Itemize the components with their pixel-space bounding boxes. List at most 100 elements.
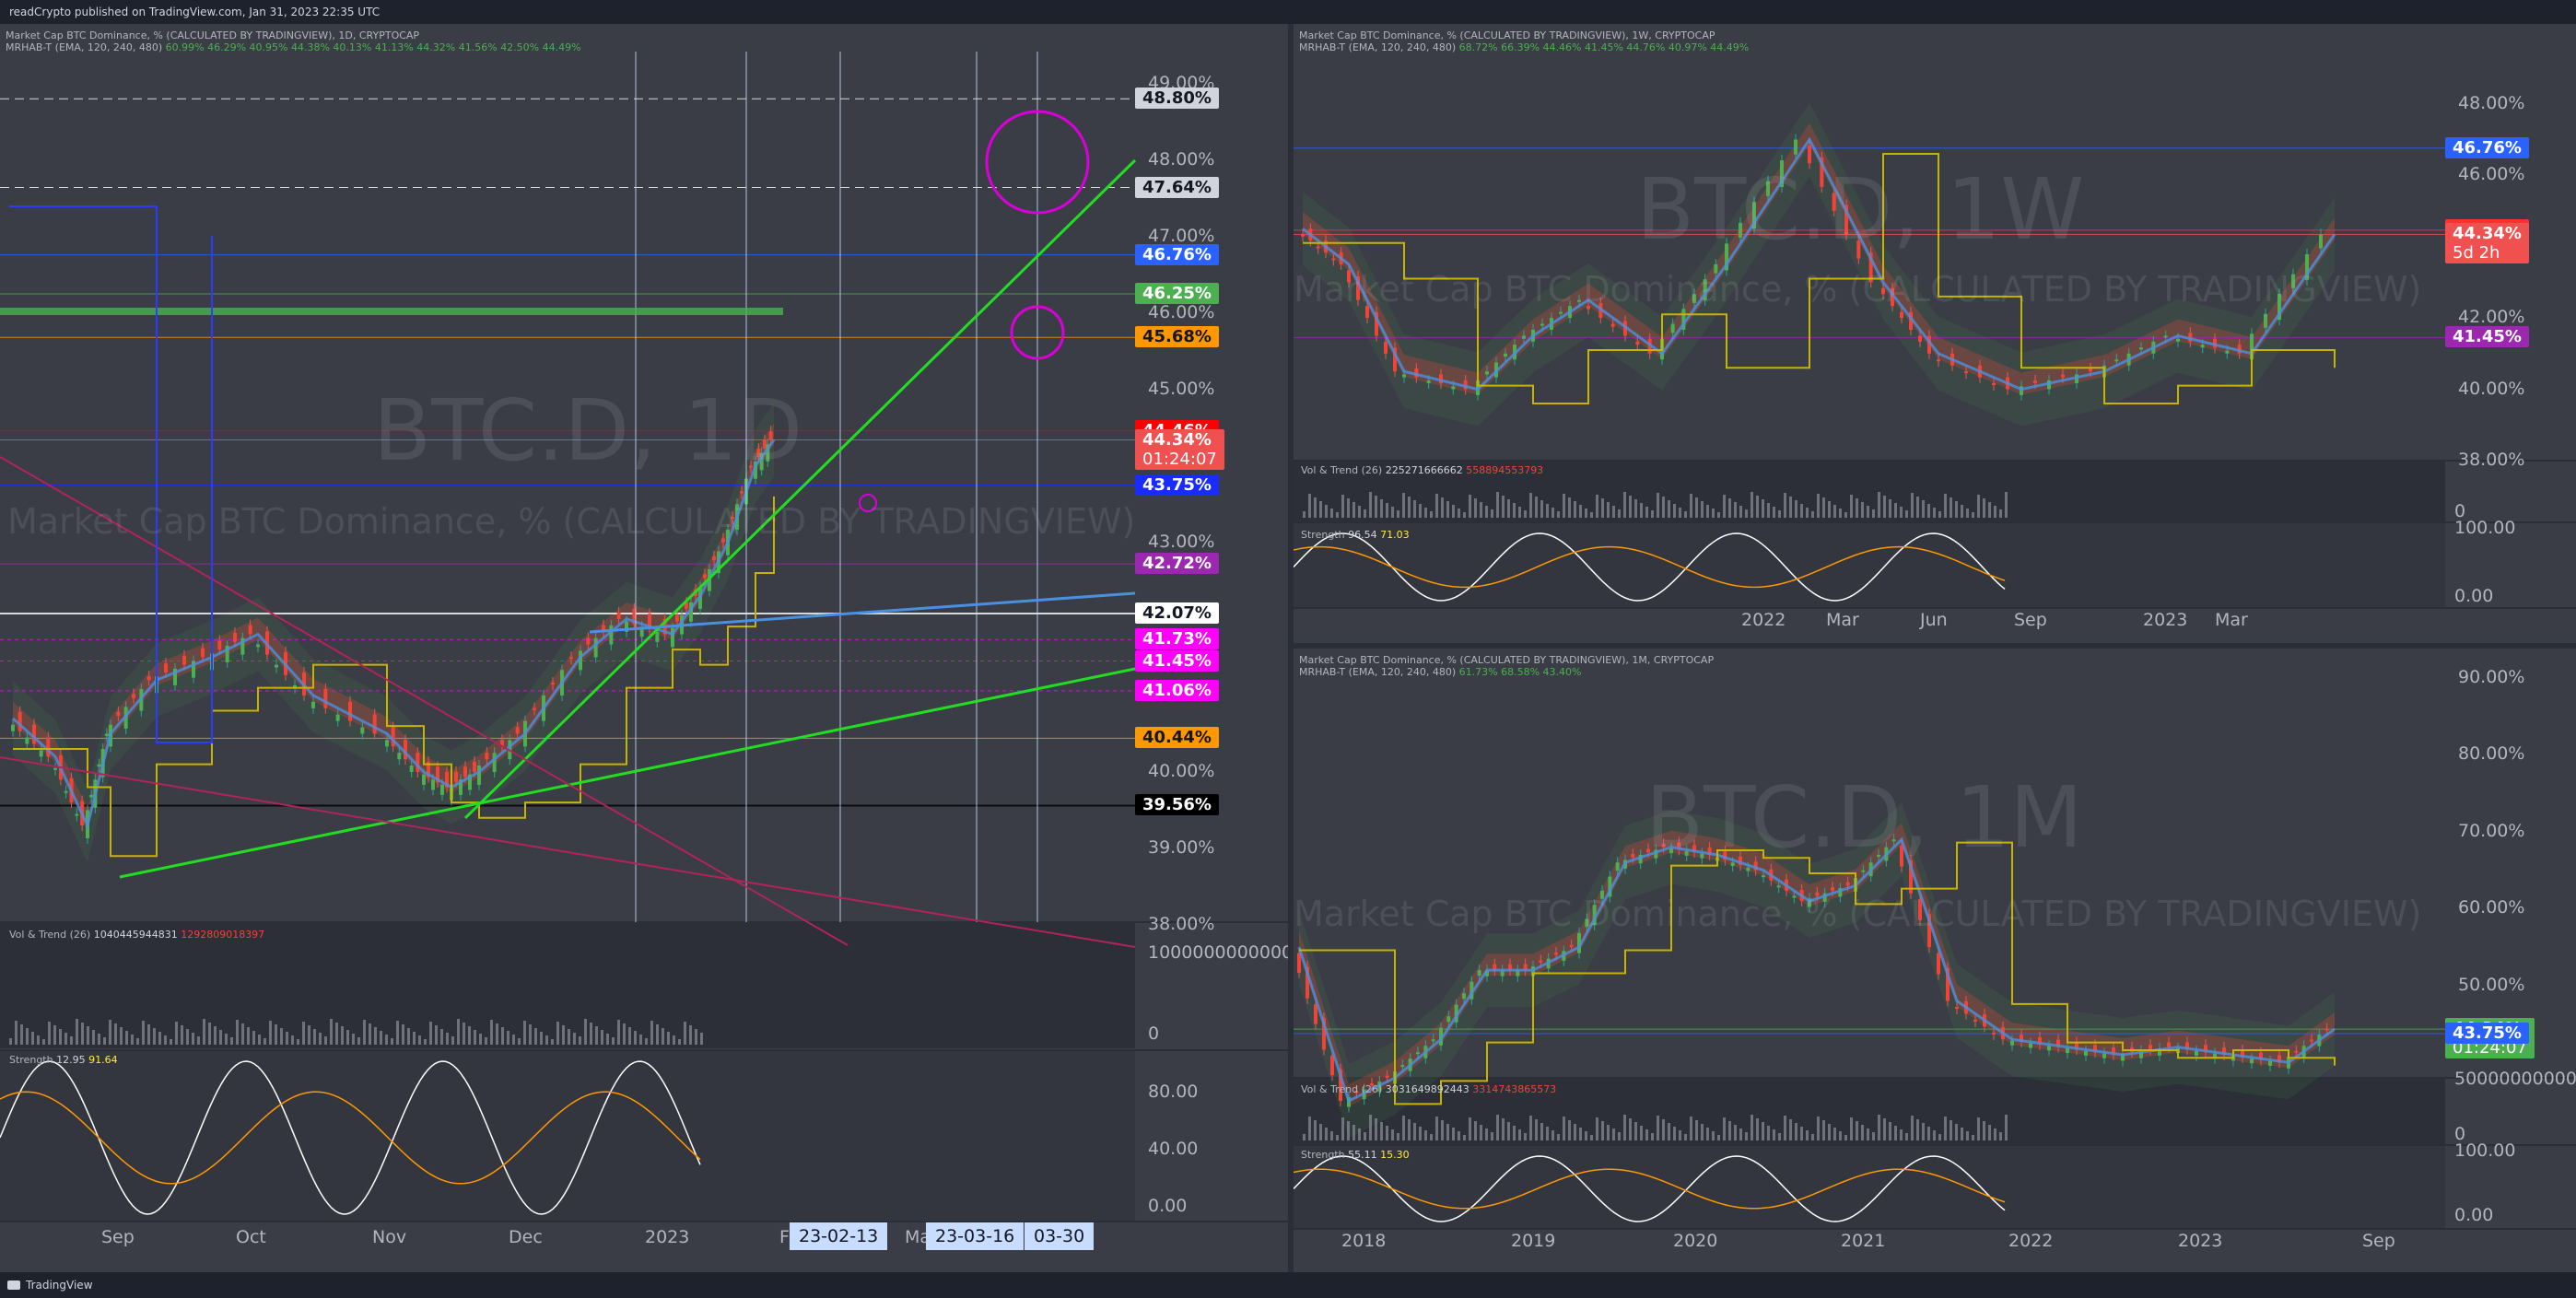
volume-bar (689, 1025, 692, 1045)
volume-bar (1944, 494, 1947, 518)
candle-body (2200, 345, 2205, 348)
volume-bar (2005, 1115, 2008, 1140)
volume-bar (241, 1023, 244, 1045)
volume-bar (645, 1038, 648, 1045)
daily-strength-axis-80: 80.00 (1148, 1082, 1199, 1102)
volume-bar (1341, 495, 1344, 518)
monthly-chart-panel[interactable]: Market Cap BTC Dominance, % (CALCULATED … (1294, 649, 2576, 1272)
volume-bar (656, 1024, 659, 1045)
volume-bar (1712, 509, 1715, 518)
monthly-chart-canvas[interactable] (1294, 649, 2576, 1272)
candle-body (1831, 887, 1834, 891)
daily-chart-canvas[interactable] (0, 24, 1288, 1272)
volume-bar (1712, 1131, 1715, 1140)
volume-bar (501, 1027, 504, 1045)
volume-bar (1844, 1135, 1847, 1140)
monthly-legend-indicator: MRHAB-T (EMA, 120, 240, 480) (1299, 666, 1457, 678)
volume-bar (385, 1035, 388, 1045)
daily-chart-panel[interactable]: Market Cap BTC Dominance, % (CALCULATED … (0, 24, 1288, 1272)
candle-body (32, 724, 36, 744)
volume-bar (684, 1022, 686, 1045)
candle-body (569, 657, 573, 660)
volume-bar (1916, 497, 1919, 518)
candle-body (201, 648, 205, 658)
volume-bar (20, 1024, 23, 1045)
daily-strength-axis-40: 40.00 (1148, 1139, 1199, 1159)
monthly-watermark-name: Market Cap BTC Dominance, % (CALCULATED … (1294, 894, 2422, 934)
volume-bar (1767, 1126, 1770, 1140)
volume-bar (451, 1036, 454, 1045)
volume-bar (1717, 1135, 1720, 1140)
volume-bar (695, 1029, 697, 1045)
volume-bar (1640, 503, 1643, 518)
volume-bar (562, 1025, 565, 1045)
candle-body (1973, 1019, 1977, 1022)
candle-body (2195, 1050, 2198, 1056)
weekly-chart-panel[interactable]: Market Cap BTC Dominance, % (CALCULATED … (1294, 24, 2576, 643)
volume-bar (76, 1019, 78, 1045)
price-tag: 47.64% (1135, 176, 1219, 198)
weekly-strength-axis-100: 100.00 (2454, 518, 2516, 538)
volume-bar (584, 1019, 587, 1045)
volume-bar (1690, 494, 1692, 518)
volume-bar (1529, 1116, 1532, 1140)
price-tag: 46.76% (2445, 136, 2529, 158)
volume-bar (1883, 496, 1886, 518)
volume-bar (1756, 496, 1759, 518)
x-tick-label: Oct (236, 1227, 266, 1247)
volume-bar (1480, 502, 1482, 518)
volume-bar (407, 1028, 410, 1045)
volume-bar (606, 1034, 609, 1045)
volume-bar (662, 1028, 664, 1045)
volume-bar (1607, 1125, 1610, 1140)
volume-bar (1905, 1133, 1908, 1140)
volume-bar (1585, 509, 1587, 518)
volume-bar (1889, 1122, 1891, 1140)
candle-body (1400, 1065, 1405, 1068)
candle-body (454, 771, 458, 782)
y-tick-label: 45.00% (1148, 378, 1215, 399)
candle-body (1610, 323, 1615, 327)
volume-bar (1938, 1134, 1941, 1140)
weekly-chart-canvas[interactable] (1294, 24, 2576, 643)
candle-body (1426, 380, 1431, 384)
y-tick-label: 38.00% (1148, 914, 1215, 934)
y-tick-label: 39.00% (1148, 836, 1215, 858)
candle-body (360, 727, 365, 734)
candle-body (2066, 1048, 2069, 1054)
volume-bar (1391, 1129, 1394, 1140)
volume-bar (1308, 494, 1311, 518)
y-tick-label: 40.00% (1148, 760, 1215, 781)
candle-body (89, 794, 94, 798)
candle-body (164, 663, 168, 672)
daily-legend: Market Cap BTC Dominance, % (CALCULATED … (6, 29, 581, 53)
volume-bar (1319, 1124, 1322, 1140)
volume-bar (1568, 497, 1571, 518)
volume-bar (1900, 507, 1903, 518)
volume-bar (158, 1032, 161, 1045)
volume-bar (1419, 504, 1422, 518)
candle-body (1314, 1004, 1317, 1024)
volume-bar (147, 1024, 150, 1045)
volume-bar (208, 1023, 211, 1045)
daily-watermark-symbol: BTC.D, 1D (373, 381, 803, 480)
volume-bar (1568, 1120, 1571, 1140)
candle-body (2029, 1043, 2032, 1048)
volume-bar (1319, 501, 1322, 518)
volume-bar (114, 1023, 117, 1045)
monthly-legend: Market Cap BTC Dominance, % (CALCULATED … (1299, 654, 1714, 678)
candle-body (1559, 311, 1563, 314)
candle-body (1477, 970, 1481, 976)
candle-body (1992, 383, 1996, 386)
volume-bar (1999, 509, 2002, 518)
candle-body (533, 707, 536, 710)
volume-bar (1607, 502, 1610, 518)
volume-bar (1507, 499, 1510, 518)
volume-bar (1623, 1115, 1626, 1140)
volume-bar (1535, 1119, 1538, 1140)
volume-bar (1950, 497, 1952, 518)
volume-bar (1872, 1132, 1875, 1140)
volume-bar (1402, 1116, 1405, 1140)
volume-bar (170, 1039, 172, 1045)
volume-bar (369, 1023, 371, 1045)
